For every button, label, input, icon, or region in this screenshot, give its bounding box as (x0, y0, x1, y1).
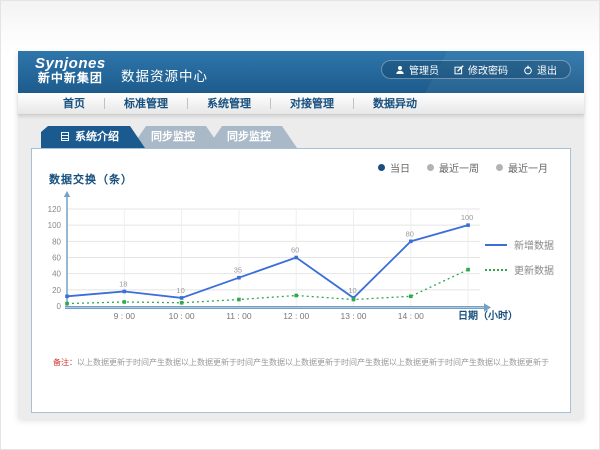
tab-bar: 系统介绍 同步监控 同步监控 (41, 126, 571, 148)
svg-text:18: 18 (119, 279, 127, 288)
svg-text:100: 100 (461, 213, 474, 222)
legend-line-dotted-icon (485, 269, 507, 271)
app-header: Synjones 新中新集团 数据资源中心 管理员 修改密码 退出 (18, 51, 584, 93)
legend-line-solid-icon (485, 244, 507, 246)
svg-text:14 : 00: 14 : 00 (398, 311, 424, 321)
chart-y-axis-title: 数据交换（条） (49, 171, 133, 187)
edit-icon (454, 65, 464, 75)
radio-last-week[interactable]: 最近一周 (427, 160, 479, 175)
nav-item-system-mgmt[interactable]: 系统管理 (188, 93, 270, 115)
svg-text:40: 40 (52, 270, 61, 279)
radio-dot (378, 164, 385, 171)
svg-text:100: 100 (48, 221, 62, 230)
svg-text:60: 60 (291, 246, 299, 255)
svg-text:9 : 00: 9 : 00 (114, 311, 136, 321)
user-menu: 管理员 修改密码 退出 (381, 60, 571, 79)
svg-text:10 : 00: 10 : 00 (169, 311, 195, 321)
footer-note-text: 以上数据更新于时间产生数据以上数据更新于时间产生数据以上数据更新于时间产生数据以… (77, 358, 549, 367)
nav-item-home[interactable]: 首页 (44, 93, 104, 115)
content-area: 系统介绍 同步监控 同步监控 当日 最近一周 最近一月 (18, 115, 584, 419)
tab-label: 同步监控 (227, 131, 271, 143)
tab-label: 同步监控 (151, 131, 195, 143)
page-background: Synjones 新中新集团 数据资源中心 管理员 修改密码 退出 (0, 0, 600, 450)
radio-last-month[interactable]: 最近一月 (496, 160, 548, 175)
radio-dot (427, 164, 434, 171)
radio-last-month-label: 最近一月 (508, 160, 548, 175)
main-nav: 首页 标准管理 系统管理 对接管理 数据异动 (18, 93, 584, 115)
logout-button[interactable]: 退出 (523, 62, 557, 77)
svg-text:日期（小时）: 日期（小时） (458, 309, 518, 322)
logo: Synjones 新中新集团 (35, 55, 106, 86)
svg-text:60: 60 (52, 254, 61, 263)
svg-text:120: 120 (48, 205, 62, 214)
tab-sync-monitor-1[interactable]: 同步监控 (131, 126, 221, 148)
radio-today-label: 当日 (390, 160, 410, 175)
user-menu-admin[interactable]: 管理员 (395, 62, 439, 77)
svg-text:80: 80 (52, 237, 61, 246)
nav-item-data-change[interactable]: 数据异动 (354, 93, 436, 115)
svg-text:10: 10 (176, 286, 184, 295)
power-icon (523, 65, 533, 75)
logo-company: 新中新集团 (35, 72, 106, 86)
time-range-filter: 当日 最近一周 最近一月 (378, 160, 548, 175)
app-window: Synjones 新中新集团 数据资源中心 管理员 修改密码 退出 (18, 51, 584, 419)
svg-text:80: 80 (406, 229, 414, 238)
radio-today[interactable]: 当日 (378, 160, 410, 175)
footer-note: 备注：以上数据更新于时间产生数据以上数据更新于时间产生数据以上数据更新于时间产生… (32, 357, 570, 368)
svg-text:0: 0 (57, 302, 62, 311)
svg-text:13 : 00: 13 : 00 (341, 311, 367, 321)
nav-item-standard-mgmt[interactable]: 标准管理 (105, 93, 187, 115)
app-title: 数据资源中心 (121, 65, 208, 85)
user-menu-admin-label: 管理员 (409, 62, 439, 77)
legend-item-new-data[interactable]: 新增数据 (485, 237, 554, 252)
legend-item-update-data[interactable]: 更新数据 (485, 262, 554, 277)
svg-text:35: 35 (234, 266, 242, 275)
svg-text:20: 20 (52, 286, 61, 295)
logo-brand: Synjones (35, 55, 106, 72)
user-icon (395, 65, 405, 75)
legend-label: 更新数据 (514, 262, 554, 277)
logout-label: 退出 (537, 62, 557, 77)
footer-note-label: 备注： (53, 358, 77, 367)
radio-dot (496, 164, 503, 171)
document-icon (61, 132, 69, 141)
tab-label: 系统介绍 (75, 131, 119, 143)
change-password-button[interactable]: 修改密码 (454, 62, 508, 77)
svg-text:10: 10 (348, 286, 356, 295)
tab-sync-monitor-2[interactable]: 同步监控 (207, 126, 297, 148)
chart-panel: 当日 最近一周 最近一月 数据交换（条） 0 20 40 60 80 100 120 9 : … (31, 148, 571, 413)
svg-text:11 : 00: 11 : 00 (226, 311, 252, 321)
nav-item-interface-mgmt[interactable]: 对接管理 (271, 93, 353, 115)
legend-label: 新增数据 (514, 237, 554, 252)
svg-text:12 : 00: 12 : 00 (283, 311, 309, 321)
change-password-label: 修改密码 (468, 62, 508, 77)
radio-last-week-label: 最近一周 (439, 160, 479, 175)
chart-legend: 新增数据 更新数据 (485, 237, 554, 287)
tab-system-intro[interactable]: 系统介绍 (41, 126, 145, 148)
